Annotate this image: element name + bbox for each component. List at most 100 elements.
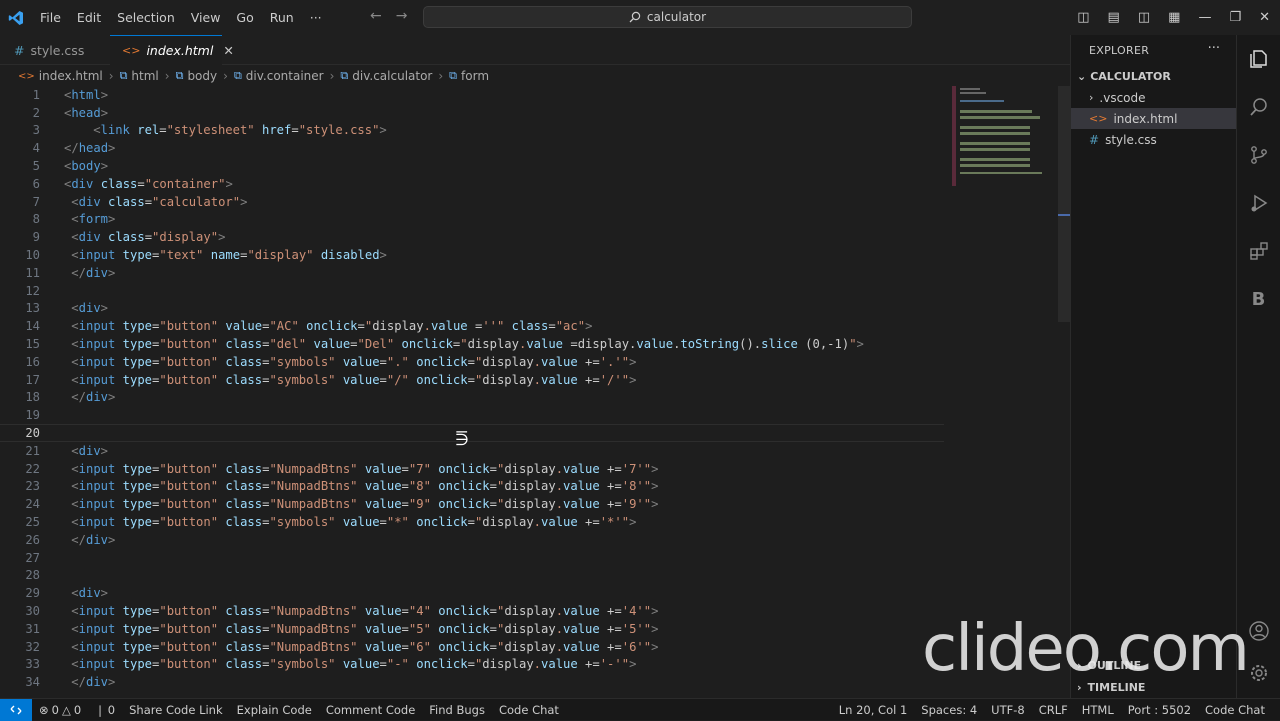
html-file-icon: <> (122, 44, 141, 57)
code-line[interactable]: 25 <input type = "button" class = "symbols" v… (0, 513, 944, 531)
code-line[interactable]: 19 (0, 406, 944, 424)
status-item[interactable]: Port : 5502 (1121, 703, 1198, 717)
tab-index-html[interactable]: <> index.html ✕ (110, 35, 234, 65)
toggle-panel-icon[interactable]: ▤ (1108, 10, 1120, 25)
minimize-icon[interactable]: — (1198, 10, 1211, 25)
code-line[interactable]: 30 <input type = "button" class = "NumpadBtns… (0, 602, 944, 620)
code-line[interactable]: 24 <input type = "button" class = "NumpadBtns… (0, 495, 944, 513)
code-line[interactable]: 17 <input type = "button" class = "symbols" v… (0, 371, 944, 389)
code-line[interactable]: 12 (0, 282, 944, 300)
menu-item[interactable]: Go (228, 10, 261, 25)
code-line[interactable]: 26 </div> (0, 531, 944, 549)
breadcrumb-item[interactable]: div.container (246, 69, 324, 83)
toggle-sidebar-icon[interactable]: ◫ (1077, 10, 1089, 25)
code-line[interactable]: 6 <div class="container"> (0, 175, 944, 193)
code-line[interactable]: 7 <div class="calculator"> (0, 193, 944, 211)
code-line[interactable]: 2 <head> (0, 104, 944, 122)
close-window-icon[interactable]: ✕ (1259, 10, 1270, 25)
remote-icon[interactable] (0, 698, 32, 721)
ports-indicator[interactable]: ❘ 0 (88, 703, 122, 717)
status-item[interactable]: Explain Code (230, 703, 319, 717)
status-item[interactable]: Find Bugs (422, 703, 492, 717)
code-line[interactable]: 28 (0, 567, 944, 585)
explorer-more-icon[interactable]: ··· (1208, 41, 1220, 56)
code-line[interactable]: 9 <div class="display"> (0, 228, 944, 246)
code-line[interactable]: 4 </head> (0, 139, 944, 157)
code-line[interactable]: 10 <input type="text" name="display" disa… (0, 246, 944, 264)
code-token: "ac" (555, 319, 586, 334)
menu-item[interactable]: Run (262, 10, 302, 25)
code-line[interactable]: 23 <input type = "button" class = "NumpadBtns… (0, 478, 944, 496)
code-text: <div class="calculator"> (71, 195, 247, 209)
search-icon[interactable] (1237, 83, 1280, 131)
code-line[interactable]: 3 <link rel="stylesheet" href="style.css"… (0, 122, 944, 140)
code-token: onclick (438, 497, 490, 512)
menu-item[interactable]: ··· (302, 10, 330, 25)
code-line[interactable]: 14 <input type="button" value="AC" onclic… (0, 317, 944, 335)
run-debug-icon[interactable] (1237, 179, 1280, 227)
code-line[interactable]: 34 </div> (0, 673, 944, 691)
tree-item-vscode[interactable]: › .vscode (1071, 87, 1236, 108)
code-line[interactable]: 32 <input type = "button" class = "NumpadBtns… (0, 638, 944, 656)
extensions-icon[interactable] (1237, 227, 1280, 275)
line-number: 33 (25, 657, 40, 672)
status-item[interactable]: UTF-8 (984, 703, 1032, 717)
code-token: class (225, 461, 263, 476)
code-line[interactable]: 5 <body> (0, 157, 944, 175)
code-line[interactable]: 13 <div> (0, 300, 944, 318)
back-arrow-icon[interactable]: ← (370, 8, 382, 24)
menu-item[interactable]: View (183, 10, 229, 25)
code-token: input (78, 248, 116, 263)
menu-item[interactable]: File (32, 10, 69, 25)
menu-item[interactable]: Selection (109, 10, 183, 25)
breadcrumb-item[interactable]: div.calculator (352, 69, 432, 83)
problems-indicator[interactable]: ⊗ 0 △ 0 (32, 703, 88, 717)
code-line[interactable]: 33 <input type = "button" class = "symbols" v… (0, 656, 944, 674)
status-item[interactable]: CRLF (1032, 703, 1075, 717)
vertical-scrollbar[interactable] (1058, 86, 1070, 322)
customize-layout-icon[interactable]: ▦ (1168, 10, 1180, 25)
tree-item-index-html[interactable]: <> index.html (1071, 108, 1236, 129)
folder-calculator[interactable]: ⌄ CALCULATOR (1071, 65, 1236, 87)
breadcrumb-item[interactable]: form (461, 69, 489, 83)
code-line[interactable]: 16 <input type = "button" class = "symbols" v… (0, 353, 944, 371)
minimap[interactable] (952, 86, 1052, 186)
code-line[interactable]: 22 <input type = "button" class = "NumpadBtns… (0, 460, 944, 478)
code-line[interactable]: 1 <html> (0, 86, 944, 104)
status-item[interactable]: HTML (1075, 703, 1121, 717)
code-line[interactable]: 21 <div> (0, 442, 944, 460)
menu-item[interactable]: Edit (69, 10, 109, 25)
code-token: '-'" (599, 657, 630, 672)
breadcrumb-item[interactable]: body (187, 69, 217, 83)
code-line[interactable]: 18 </div> (0, 389, 944, 407)
code-line[interactable]: 11 </div> (0, 264, 944, 282)
code-line[interactable]: 29 <div> (0, 584, 944, 602)
close-tab-icon[interactable]: ✕ (223, 43, 233, 58)
status-item[interactable]: Comment Code (319, 703, 422, 717)
status-item[interactable]: Share Code Link (122, 703, 230, 717)
status-item[interactable]: Ln 20, Col 1 (832, 703, 915, 717)
toggle-secondary-sidebar-icon[interactable]: ◫ (1138, 10, 1150, 25)
tree-item-style-css[interactable]: # style.css (1071, 129, 1236, 150)
status-item[interactable]: Spaces: 4 (914, 703, 984, 717)
breadcrumb-item[interactable]: index.html (39, 69, 103, 83)
code-line[interactable]: 31 <input type = "button" class = "NumpadBtns… (0, 620, 944, 638)
status-item[interactable]: Code Chat (1198, 703, 1272, 717)
explorer-icon[interactable] (1237, 35, 1280, 83)
b-extension-icon[interactable]: B (1237, 275, 1280, 323)
code-token: = (379, 657, 387, 672)
forward-arrow-icon[interactable]: → (396, 8, 408, 24)
code-line[interactable]: 27 (0, 549, 944, 567)
breadcrumb-item[interactable]: html (131, 69, 158, 83)
code-line[interactable]: 20 (0, 424, 944, 442)
code-editor[interactable]: 1 <html> 2 <head> 3 <link rel="stylesheet" hr… (0, 86, 1070, 698)
code-token: input (78, 639, 116, 654)
command-center-search[interactable]: calculator (423, 6, 912, 28)
restore-icon[interactable]: ❐ (1229, 10, 1241, 25)
code-line[interactable]: 15 <input type="button" class="del" value… (0, 335, 944, 353)
code-line[interactable]: 8 <form> (0, 211, 944, 229)
tab-style-css[interactable]: # style.css (0, 35, 110, 65)
source-control-icon[interactable] (1237, 131, 1280, 179)
status-item[interactable]: Code Chat (492, 703, 566, 717)
